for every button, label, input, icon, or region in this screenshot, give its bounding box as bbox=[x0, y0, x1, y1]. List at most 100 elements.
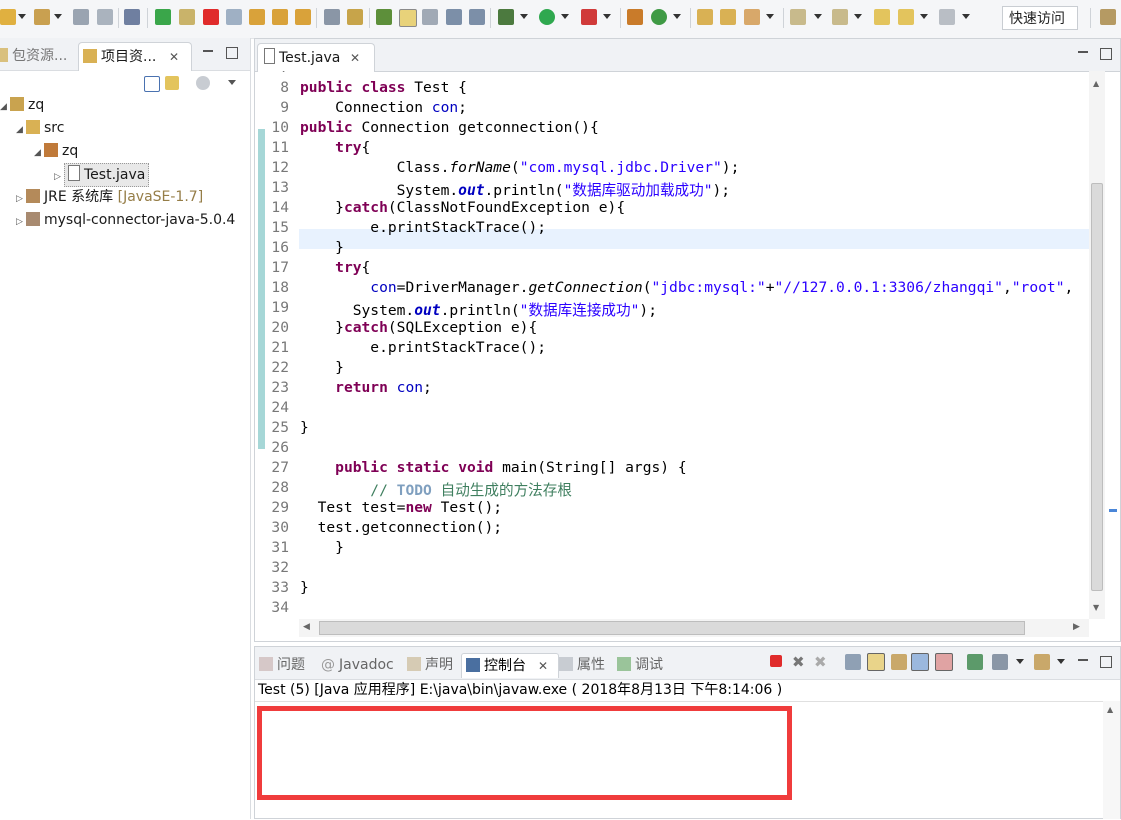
show-whitespace-icon[interactable] bbox=[446, 9, 462, 25]
console-vertical-scrollbar[interactable]: ▲ bbox=[1103, 701, 1120, 819]
skip-breakpoints-icon[interactable] bbox=[124, 9, 140, 25]
use-step-filters-icon[interactable] bbox=[347, 9, 363, 25]
remove-all-terminated-icon[interactable]: ✖ bbox=[814, 653, 830, 671]
step-into-icon[interactable] bbox=[249, 9, 265, 25]
pin-console-icon[interactable] bbox=[967, 654, 983, 670]
forward-dropdown-icon[interactable] bbox=[962, 14, 970, 19]
new-java-package-icon[interactable] bbox=[627, 9, 643, 25]
editor-vertical-scrollbar[interactable]: ▲ ▼ bbox=[1089, 71, 1105, 619]
new-icon[interactable] bbox=[0, 9, 16, 25]
code-line[interactable]: } bbox=[300, 579, 309, 596]
code-line[interactable]: Connection con; bbox=[300, 99, 467, 116]
close-tab-icon[interactable]: ✕ bbox=[538, 654, 548, 678]
minimize-icon[interactable] bbox=[203, 50, 213, 62]
code-line[interactable]: // TODO 自动生成的方法存根 bbox=[300, 479, 572, 500]
editor-horizontal-scrollbar[interactable]: ◀ ▶ bbox=[299, 619, 1089, 637]
search-pencil-icon[interactable] bbox=[744, 9, 760, 25]
scrollbar-thumb[interactable] bbox=[1091, 183, 1103, 591]
new-dropdown-icon[interactable] bbox=[18, 14, 26, 19]
previous-annotation-dropdown-icon[interactable] bbox=[854, 14, 862, 19]
word-wrap-icon[interactable] bbox=[891, 654, 907, 670]
tree-item-test-java[interactable]: ▷ Test.java bbox=[54, 163, 150, 187]
tab-properties[interactable]: 属性 bbox=[559, 653, 605, 677]
clear-console-icon[interactable] bbox=[845, 654, 861, 670]
scrollbar-thumb[interactable] bbox=[319, 621, 1025, 635]
code-line[interactable]: } bbox=[300, 419, 309, 436]
scroll-lock-icon[interactable] bbox=[867, 653, 885, 671]
new-java-class-icon[interactable] bbox=[651, 9, 667, 25]
code-line[interactable]: }catch(ClassNotFoundException e){ bbox=[300, 199, 625, 216]
code-line[interactable]: } bbox=[300, 359, 344, 376]
open-task-icon[interactable] bbox=[720, 9, 736, 25]
suspend-icon[interactable] bbox=[179, 9, 195, 25]
step-over-icon[interactable] bbox=[272, 9, 288, 25]
code-line[interactable]: e.printStackTrace(); bbox=[300, 219, 546, 236]
save-icon[interactable] bbox=[73, 9, 89, 25]
quick-access-input[interactable]: 快速访问 bbox=[1002, 6, 1078, 30]
scroll-left-icon[interactable]: ◀ bbox=[303, 622, 310, 632]
toggle-block-selection-icon[interactable] bbox=[422, 9, 438, 25]
tree-item-project-zq[interactable]: ◢ zq bbox=[0, 94, 44, 116]
scroll-down-icon[interactable]: ▼ bbox=[1093, 603, 1099, 612]
code-line[interactable]: } bbox=[300, 539, 344, 556]
new-project-icon[interactable] bbox=[34, 9, 50, 25]
tab-project-explorer[interactable]: 项目资... ✕ bbox=[78, 42, 192, 71]
tab-test-java[interactable]: Test.java ✕ bbox=[257, 43, 375, 72]
tab-declaration[interactable]: 声明 bbox=[407, 653, 453, 677]
open-console-dropdown-icon[interactable] bbox=[1057, 659, 1065, 664]
code-line[interactable]: test.getconnection(); bbox=[300, 519, 503, 536]
link-with-editor-icon[interactable] bbox=[165, 76, 179, 90]
toggle-mark-occurrences-icon[interactable] bbox=[399, 9, 417, 27]
back-icon[interactable] bbox=[898, 9, 914, 25]
tree-item-src[interactable]: ◢ src bbox=[16, 117, 64, 139]
tree-item-package-zq[interactable]: ◢ zq bbox=[34, 140, 78, 162]
resume-icon[interactable] bbox=[155, 9, 171, 25]
code-line[interactable]: System.out.println("数据库连接成功"); bbox=[300, 299, 657, 320]
tab-debug[interactable]: 调试 bbox=[617, 653, 663, 677]
tab-javadoc[interactable]: @ Javadoc bbox=[321, 653, 394, 677]
tree-item-mysql-connector[interactable]: ▷ mysql-connector-java-5.0.4 bbox=[16, 209, 235, 231]
code-line[interactable]: con=DriverManager.getConnection("jdbc:my… bbox=[300, 279, 1073, 296]
code-line[interactable]: return con; bbox=[300, 379, 432, 396]
overview-ruler-marker[interactable] bbox=[1109, 509, 1117, 512]
terminate-icon[interactable] bbox=[203, 9, 219, 25]
tab-console[interactable]: 控制台 ✕ bbox=[461, 653, 559, 678]
next-annotation-dropdown-icon[interactable] bbox=[814, 14, 822, 19]
open-perspective-icon[interactable] bbox=[1100, 9, 1116, 25]
open-folder-icon[interactable] bbox=[697, 9, 713, 25]
external-tools-icon[interactable] bbox=[581, 9, 597, 25]
search-dropdown-icon[interactable] bbox=[766, 14, 774, 19]
external-tools-dropdown-icon[interactable] bbox=[603, 14, 611, 19]
run-icon[interactable] bbox=[539, 9, 555, 25]
paragraph-icon[interactable] bbox=[469, 9, 485, 25]
show-on-stdout-icon[interactable] bbox=[911, 653, 929, 671]
scroll-up-icon[interactable]: ▲ bbox=[1107, 705, 1113, 714]
maximize-icon[interactable] bbox=[1100, 656, 1112, 668]
scroll-right-icon[interactable]: ▶ bbox=[1073, 622, 1080, 632]
run-dropdown-icon[interactable] bbox=[561, 14, 569, 19]
debug-dropdown-icon[interactable] bbox=[520, 14, 528, 19]
display-console-dropdown-icon[interactable] bbox=[1016, 659, 1024, 664]
save-all-icon[interactable] bbox=[97, 9, 113, 25]
open-console-icon[interactable] bbox=[1034, 654, 1050, 670]
code-line[interactable]: } bbox=[300, 239, 344, 256]
maximize-icon[interactable] bbox=[1100, 48, 1112, 60]
close-tab-icon[interactable]: ✕ bbox=[169, 43, 179, 71]
step-return-icon[interactable] bbox=[295, 9, 311, 25]
code-line[interactable]: public Connection getconnection(){ bbox=[300, 119, 599, 136]
open-type-icon[interactable] bbox=[376, 9, 392, 25]
disconnect-icon[interactable] bbox=[226, 9, 242, 25]
next-annotation-icon[interactable] bbox=[790, 9, 806, 25]
code-editor[interactable]: 7 8 public class Test {9 Connection con; 10… bbox=[255, 71, 1089, 619]
code-line[interactable]: public static void main(String[] args) { bbox=[300, 459, 686, 476]
tree-item-jre-library[interactable]: ▷ JRE 系统库 [JavaSE-1.7] bbox=[16, 186, 203, 208]
terminate-icon[interactable] bbox=[770, 655, 782, 667]
code-line[interactable]: try{ bbox=[300, 259, 370, 276]
code-line[interactable]: }catch(SQLException e){ bbox=[300, 319, 537, 336]
code-line[interactable]: e.printStackTrace(); bbox=[300, 339, 546, 356]
close-tab-icon[interactable]: ✕ bbox=[350, 44, 360, 72]
previous-annotation-icon[interactable] bbox=[832, 9, 848, 25]
back-dropdown-icon[interactable] bbox=[920, 14, 928, 19]
display-console-icon[interactable] bbox=[992, 654, 1008, 670]
last-edit-location-icon[interactable] bbox=[874, 9, 890, 25]
